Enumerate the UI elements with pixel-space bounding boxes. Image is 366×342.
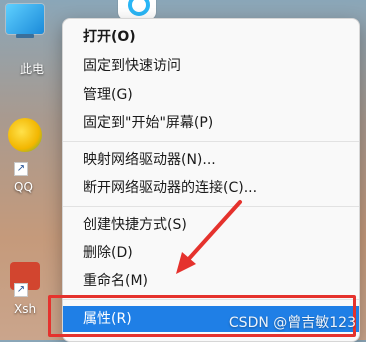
menu-separator — [63, 206, 359, 207]
menu-item-disconnect-network-drive[interactable]: 断开网络驱动器的连接(C)... — [63, 175, 359, 201]
computer-stand — [16, 34, 34, 38]
desktop-icon-label: Xsh — [14, 302, 37, 316]
computer-icon — [6, 4, 44, 34]
menu-item-open[interactable]: 打开(O) — [63, 24, 359, 50]
context-menu: 打开(O) 固定到快速访问 管理(G) 固定到"开始"屏幕(P) 映射网络驱动器… — [62, 18, 360, 342]
desktop-icon-label: 此电 — [20, 62, 45, 76]
desktop-icon-label: QQ — [14, 180, 33, 194]
menu-item-create-shortcut[interactable]: 创建快捷方式(S) — [63, 212, 359, 238]
menu-item-manage[interactable]: 管理(G) — [63, 82, 359, 108]
shortcut-arrow-icon: ↗ — [14, 283, 28, 297]
qq-icon — [8, 118, 42, 152]
app-icon[interactable] — [118, 0, 156, 20]
watermark: CSDN @曾吉敏123 — [228, 315, 356, 331]
menu-separator — [63, 141, 359, 142]
menu-item-pin-quick-access[interactable]: 固定到快速访问 — [63, 53, 359, 79]
menu-item-pin-start[interactable]: 固定到"开始"屏幕(P) — [63, 110, 359, 136]
menu-item-map-network-drive[interactable]: 映射网络驱动器(N)... — [63, 147, 359, 173]
shortcut-arrow-icon: ↗ — [14, 162, 28, 176]
menu-item-delete[interactable]: 删除(D) — [63, 240, 359, 266]
menu-item-rename[interactable]: 重命名(M) — [63, 268, 359, 294]
